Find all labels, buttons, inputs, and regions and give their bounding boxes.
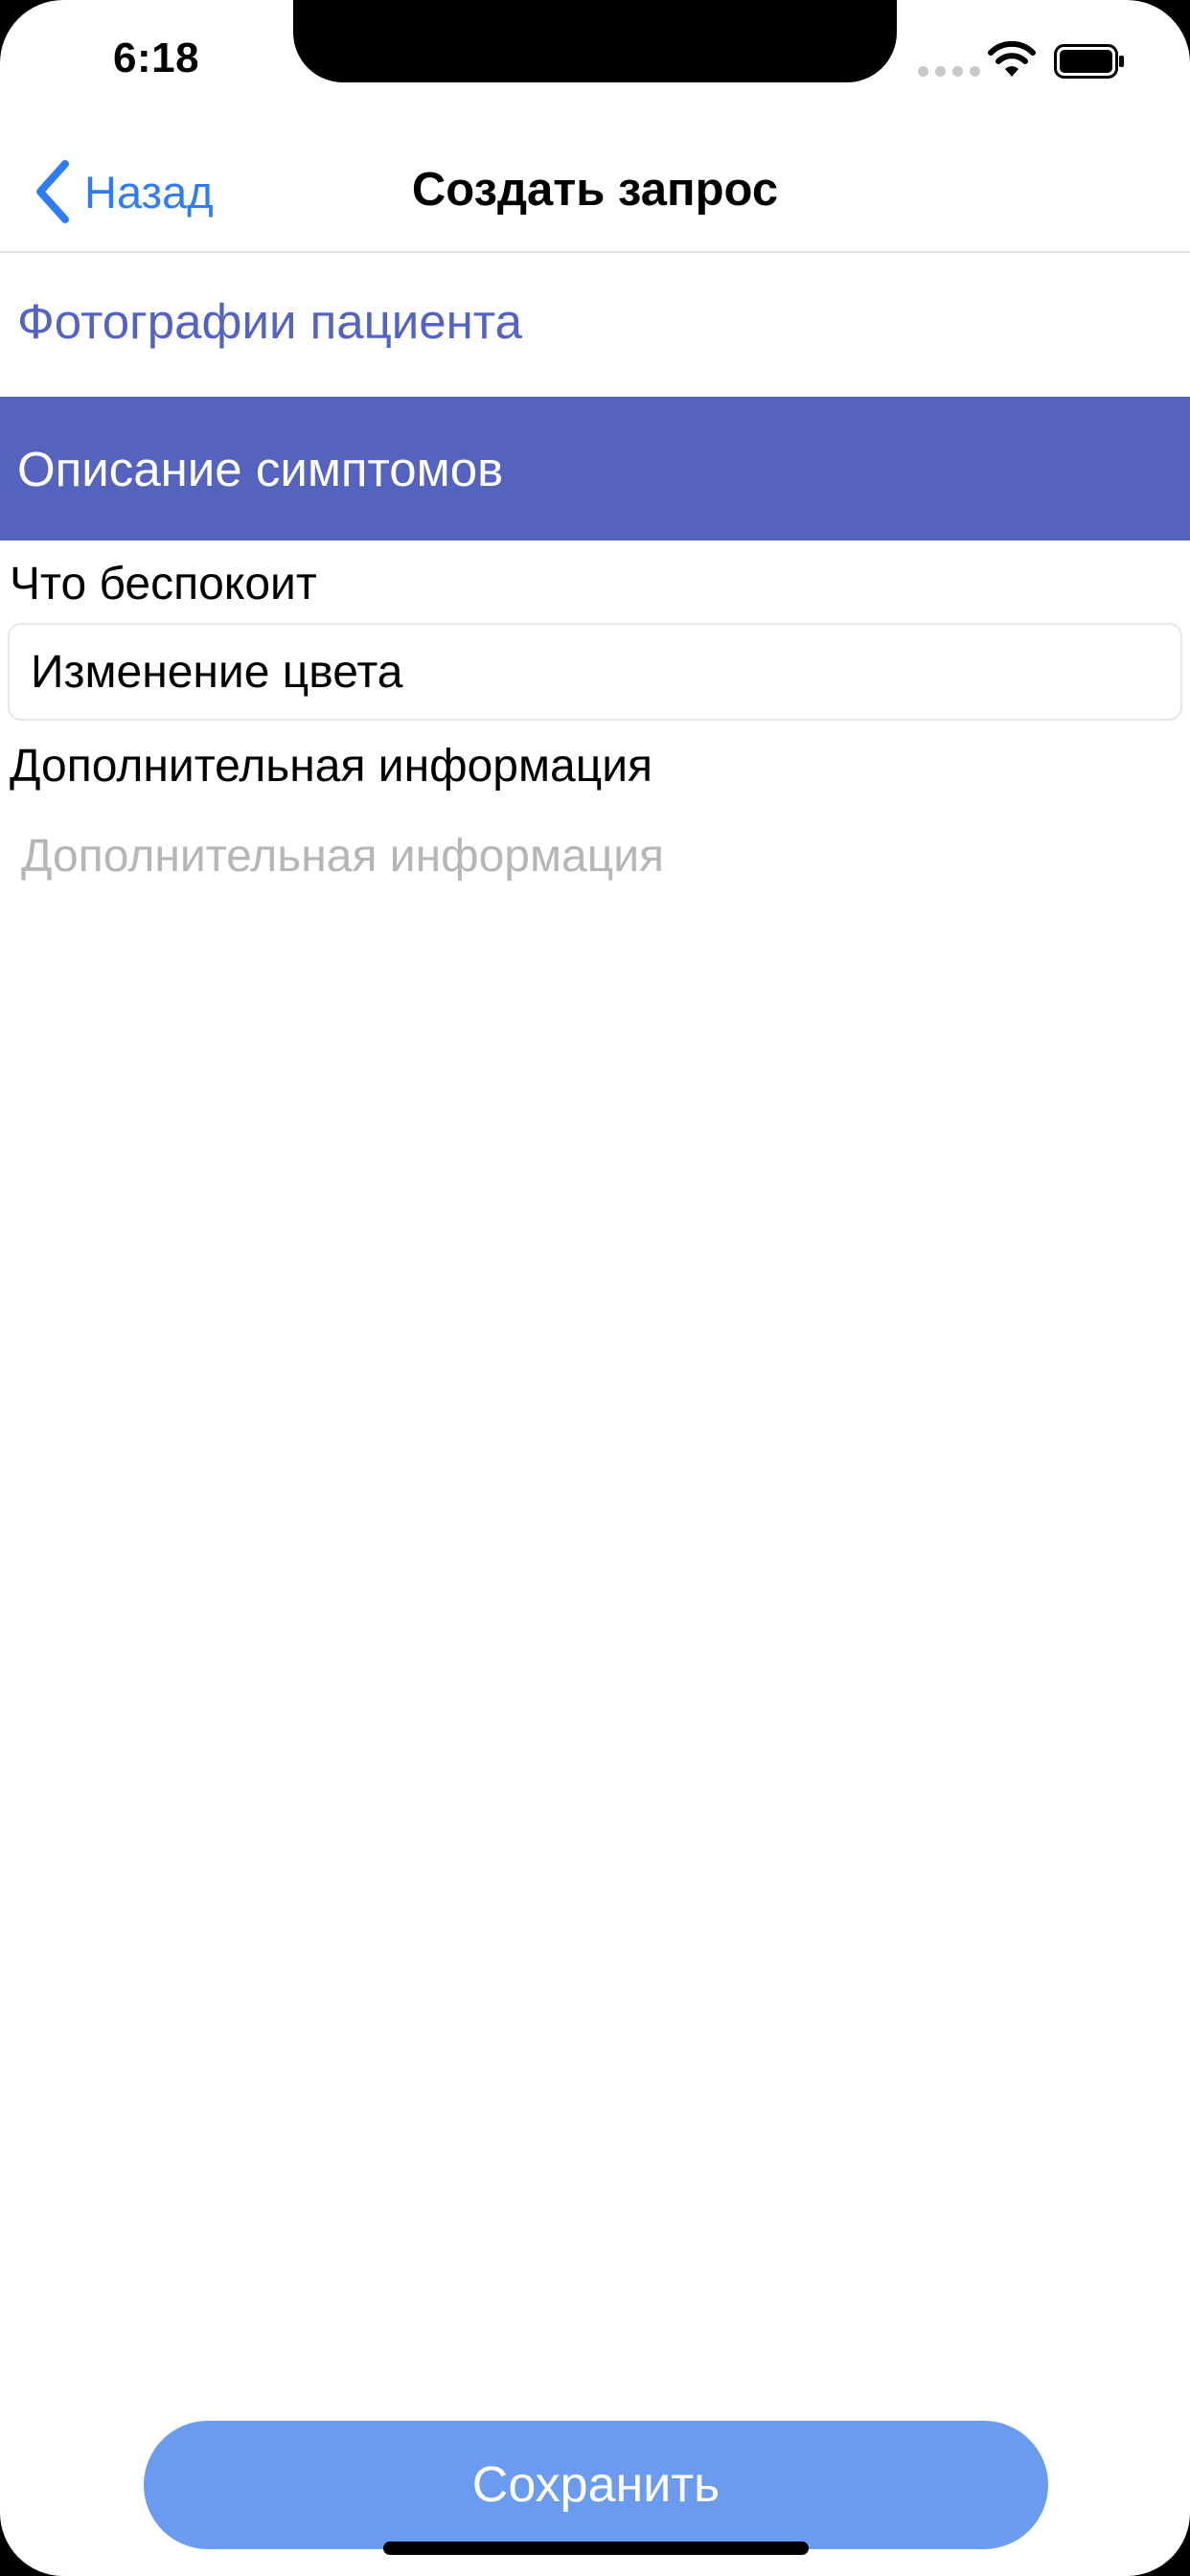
- concern-label: Что беспокоит: [10, 559, 317, 610]
- additional-info-label: Дополнительная информация: [10, 741, 652, 792]
- concern-input[interactable]: Изменение цвета: [8, 623, 1182, 721]
- app-screen: 6:18 Назад Создать запрос Фотографии пац…: [0, 0, 1190, 2576]
- section-patient-photos[interactable]: Фотографии пациента: [0, 264, 1190, 378]
- home-indicator: [383, 2542, 809, 2555]
- signal-dots-icon: [918, 63, 985, 77]
- page-title: Создать запрос: [411, 164, 779, 216]
- status-time: 6:18: [113, 34, 200, 81]
- section-symptoms-description[interactable]: Описание симптомов: [0, 397, 1190, 540]
- battery-icon: [1054, 44, 1124, 79]
- wifi-icon: [988, 40, 1036, 77]
- additional-info-textarea[interactable]: Дополнительная информация: [21, 830, 1171, 1137]
- navigation-bar: Назад Создать запрос: [0, 144, 1190, 253]
- save-button[interactable]: Сохранить: [144, 2421, 1048, 2549]
- device-notch: [293, 0, 897, 82]
